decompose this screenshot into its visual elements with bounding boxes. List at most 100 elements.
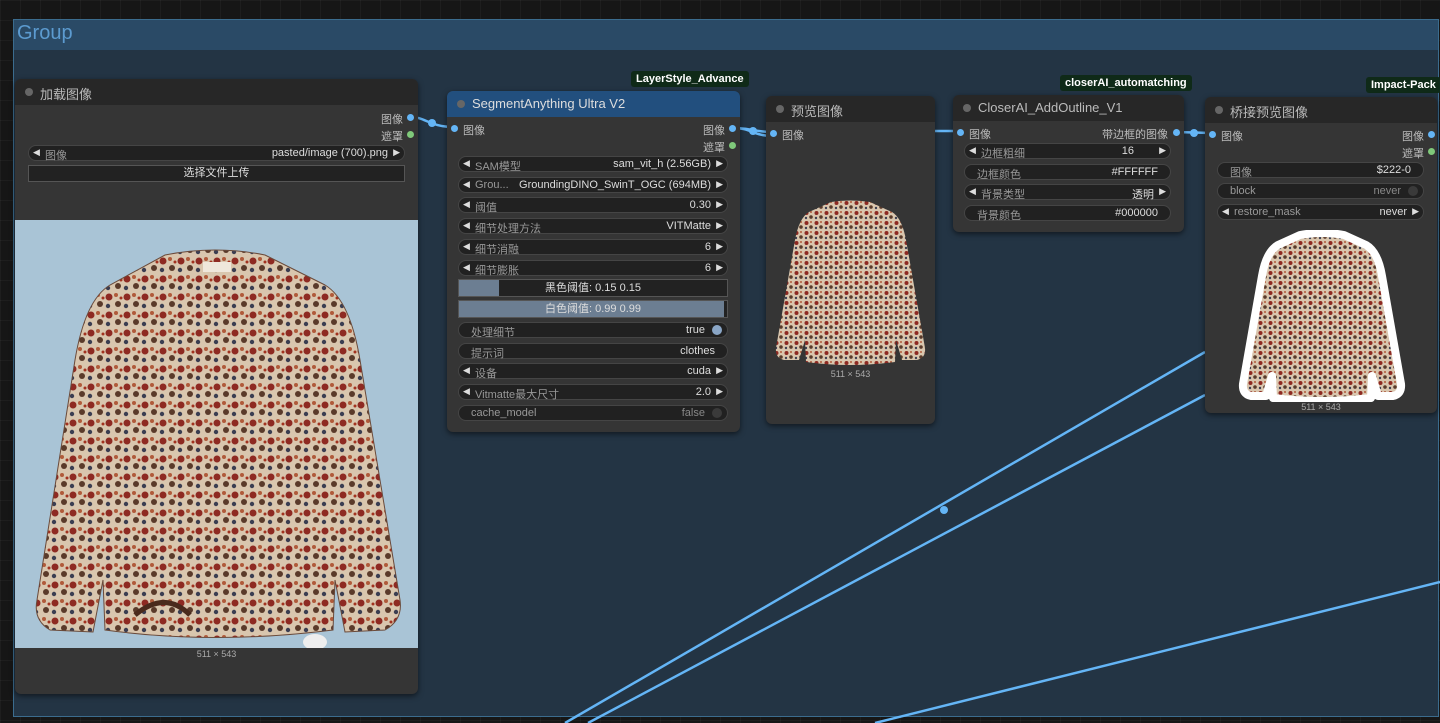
arrow-right-icon[interactable]: ▶ bbox=[716, 241, 723, 252]
toggle-indicator-icon bbox=[712, 325, 722, 335]
arrow-right-icon[interactable]: ▶ bbox=[716, 386, 723, 397]
arrow-right-icon[interactable]: ▶ bbox=[393, 147, 400, 158]
process-detail-toggle[interactable]: 处理细节 true bbox=[458, 322, 728, 339]
image-combo[interactable]: ◀ 图像 pasted/image (700).png ▶ bbox=[28, 145, 405, 162]
input-image-port[interactable] bbox=[1209, 131, 1216, 138]
collapse-dot-icon[interactable] bbox=[25, 88, 33, 96]
arrow-right-icon[interactable]: ▶ bbox=[716, 158, 723, 169]
node-segment-anything[interactable]: SegmentAnything Ultra V2 图像 图像 遮罩 ◀ SAM模… bbox=[447, 91, 740, 432]
preview-image bbox=[774, 200, 927, 366]
badge-impact-pack: Impact-Pack bbox=[1366, 77, 1440, 93]
widget-label: 背景类型 bbox=[981, 189, 1025, 201]
widget-label: 背景颜色 bbox=[977, 210, 1021, 222]
widget-value: 2.0 bbox=[695, 386, 711, 398]
widget-value: 6 bbox=[704, 262, 711, 274]
widget-label: 处理细节 bbox=[471, 327, 515, 339]
threshold-number[interactable]: ◀ 阈值 0.30 ▶ bbox=[458, 197, 728, 214]
collapse-dot-icon[interactable] bbox=[1215, 106, 1223, 114]
image-dimensions: 511 × 543 bbox=[1301, 402, 1341, 412]
vitmatte-size-number[interactable]: ◀ Vitmatte最大尺寸 2.0 ▶ bbox=[458, 384, 728, 401]
arrow-left-icon[interactable]: ◀ bbox=[463, 199, 470, 210]
widget-label: SAM模型 bbox=[475, 161, 521, 173]
block-toggle[interactable]: block never bbox=[1217, 183, 1424, 199]
node-title: 预览图像 bbox=[791, 104, 844, 119]
output-image-port[interactable] bbox=[1428, 131, 1435, 138]
widget-value: GroundingDINO_SwinT_OGC (694MB) bbox=[519, 179, 711, 191]
collapse-dot-icon[interactable] bbox=[457, 100, 465, 108]
widget-value: true bbox=[686, 324, 705, 336]
detail-dilate-number[interactable]: ◀ 细节膨胀 6 ▶ bbox=[458, 260, 728, 277]
arrow-right-icon[interactable]: ▶ bbox=[1412, 206, 1419, 217]
node-bridge-preview[interactable]: 桥接预览图像 图像 图像 遮罩 图像 $222-0 block never ◀ … bbox=[1205, 97, 1437, 413]
widget-value: 透明 bbox=[1132, 189, 1154, 201]
upload-button[interactable]: 选择文件上传 bbox=[28, 165, 405, 182]
node-header[interactable]: 预览图像 bbox=[766, 96, 935, 122]
sam-model-combo[interactable]: ◀ SAM模型 sam_vit_h (2.56GB) ▶ bbox=[458, 156, 728, 173]
arrow-left-icon[interactable]: ◀ bbox=[33, 147, 40, 158]
node-preview-image[interactable]: 预览图像 图像 511 × 543 bbox=[766, 96, 935, 424]
input-image-port[interactable] bbox=[451, 125, 458, 132]
toggle-indicator-icon bbox=[712, 408, 722, 418]
background-color-field[interactable]: 背景颜色 #000000 bbox=[964, 205, 1171, 222]
arrow-left-icon[interactable]: ◀ bbox=[463, 158, 470, 169]
detail-erode-number[interactable]: ◀ 细节消融 6 ▶ bbox=[458, 239, 728, 256]
arrow-left-icon[interactable]: ◀ bbox=[463, 220, 470, 231]
detail-method-combo[interactable]: ◀ 细节处理方法 VITMatte ▶ bbox=[458, 218, 728, 235]
output-image-label: 图像 bbox=[703, 125, 725, 137]
group-title-bar[interactable]: Group bbox=[14, 20, 1438, 50]
node-header[interactable]: 加载图像 bbox=[15, 79, 418, 105]
arrow-left-icon[interactable]: ◀ bbox=[463, 179, 470, 190]
image-combo-label: 图像 bbox=[45, 150, 67, 162]
image-dimensions: 511 × 543 bbox=[196, 649, 237, 659]
node-header[interactable]: 桥接预览图像 bbox=[1205, 97, 1437, 123]
slider-fill bbox=[459, 280, 500, 296]
white-threshold-slider[interactable]: 白色阈值: 0.99 0.99 bbox=[458, 300, 728, 318]
node-header[interactable]: SegmentAnything Ultra V2 bbox=[447, 91, 740, 117]
border-color-field[interactable]: 边框颜色 #FFFFFF bbox=[964, 164, 1171, 181]
widget-value: never bbox=[1373, 185, 1401, 197]
slider-label: 白色阈值: 0.99 0.99 bbox=[545, 303, 641, 315]
arrow-left-icon[interactable]: ◀ bbox=[463, 365, 470, 376]
background-type-combo[interactable]: ◀ 背景类型 透明 ▶ bbox=[964, 184, 1171, 201]
output-image-port[interactable] bbox=[729, 125, 736, 132]
widget-value: 0.30 bbox=[689, 199, 711, 211]
grounding-model-combo[interactable]: ◀ Grou... GroundingDINO_SwinT_OGC (694MB… bbox=[458, 177, 728, 193]
border-width-number[interactable]: ◀ 边框粗细 16 ▶ bbox=[964, 143, 1171, 160]
input-image-port[interactable] bbox=[770, 130, 777, 137]
arrow-right-icon[interactable]: ▶ bbox=[716, 365, 723, 376]
cache-model-toggle[interactable]: cache_model false bbox=[458, 405, 728, 421]
output-mask-port[interactable] bbox=[407, 131, 414, 138]
output-image-port[interactable] bbox=[407, 114, 414, 121]
widget-label: 边框颜色 bbox=[977, 169, 1021, 181]
image-dimensions: 511 × 543 bbox=[830, 369, 871, 379]
arrow-right-icon[interactable]: ▶ bbox=[1159, 145, 1166, 156]
arrow-left-icon[interactable]: ◀ bbox=[969, 145, 976, 156]
arrow-right-icon[interactable]: ▶ bbox=[716, 179, 723, 190]
image-id-field[interactable]: 图像 $222-0 bbox=[1217, 162, 1424, 179]
output-image-label: 带边框的图像 bbox=[1102, 129, 1168, 141]
node-load-image[interactable]: 加载图像 图像 遮罩 ◀ 图像 pasted/image (700).png ▶… bbox=[15, 79, 418, 694]
arrow-left-icon[interactable]: ◀ bbox=[463, 241, 470, 252]
node-header[interactable]: CloserAI_AddOutline_V1 bbox=[953, 95, 1184, 121]
arrow-left-icon[interactable]: ◀ bbox=[463, 262, 470, 273]
output-mask-port[interactable] bbox=[1428, 148, 1435, 155]
arrow-right-icon[interactable]: ▶ bbox=[716, 220, 723, 231]
device-combo[interactable]: ◀ 设备 cuda ▶ bbox=[458, 363, 728, 380]
arrow-right-icon[interactable]: ▶ bbox=[1159, 186, 1166, 197]
output-image-port[interactable] bbox=[1173, 129, 1180, 136]
black-threshold-slider[interactable]: 黑色阈值: 0.15 0.15 bbox=[458, 279, 728, 297]
arrow-right-icon[interactable]: ▶ bbox=[716, 199, 723, 210]
output-mask-port[interactable] bbox=[729, 142, 736, 149]
arrow-left-icon[interactable]: ◀ bbox=[969, 186, 976, 197]
node-add-outline[interactable]: CloserAI_AddOutline_V1 图像 带边框的图像 ◀ 边框粗细 … bbox=[953, 95, 1184, 232]
collapse-dot-icon[interactable] bbox=[776, 105, 784, 113]
arrow-left-icon[interactable]: ◀ bbox=[463, 386, 470, 397]
arrow-right-icon[interactable]: ▶ bbox=[716, 262, 723, 273]
collapse-dot-icon[interactable] bbox=[963, 104, 971, 112]
arrow-left-icon[interactable]: ◀ bbox=[1222, 206, 1229, 217]
widget-label: 细节消融 bbox=[475, 244, 519, 256]
prompt-text-field[interactable]: 提示词 clothes bbox=[458, 343, 728, 360]
badge-layerstyle: LayerStyle_Advance bbox=[631, 71, 749, 87]
input-image-port[interactable] bbox=[957, 129, 964, 136]
restore-mask-combo[interactable]: ◀ restore_mask never ▶ bbox=[1217, 204, 1424, 220]
